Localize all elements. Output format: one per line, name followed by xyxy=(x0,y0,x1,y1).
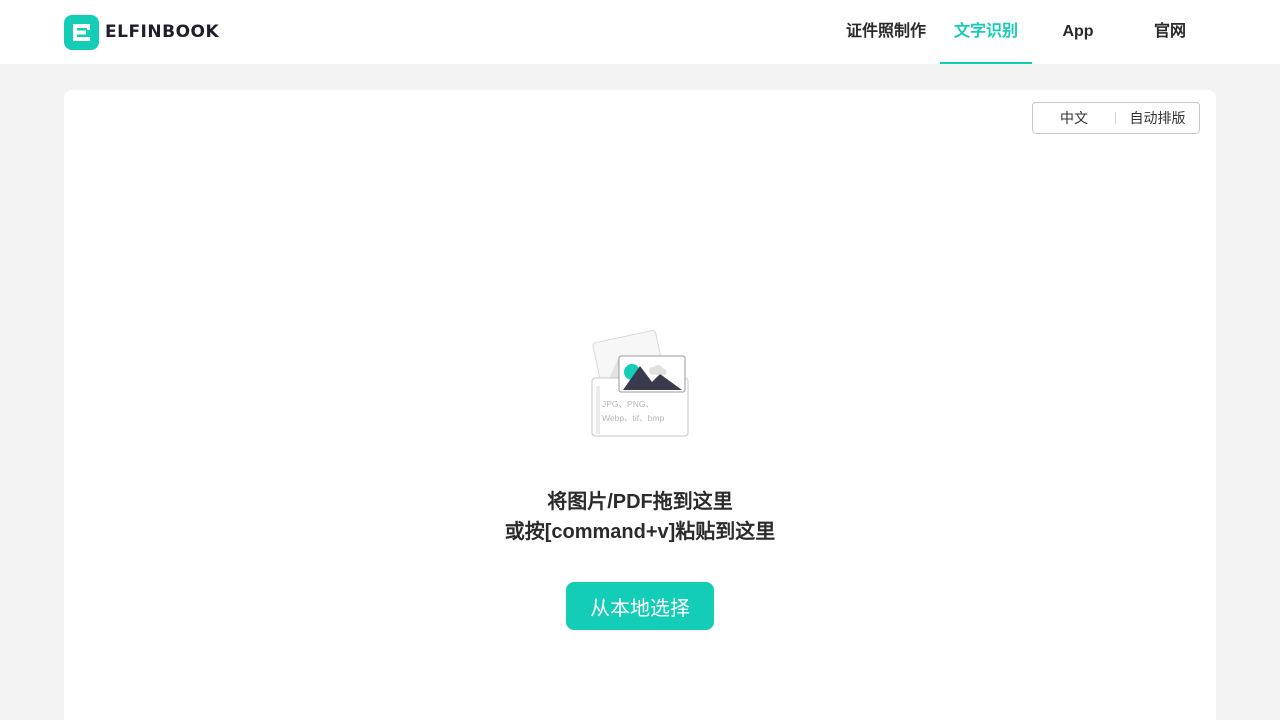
choose-local-file-button[interactable]: 从本地选择 xyxy=(566,582,714,630)
image-upload-illustration-icon: JPG、PNG、 Webp、tif、bmp xyxy=(591,330,689,437)
illustration-formats-line2: Webp、tif、bmp xyxy=(602,413,664,423)
layout-mode-select[interactable]: 自动排版 xyxy=(1116,103,1199,133)
nav-item-official-site[interactable]: 官网 xyxy=(1124,0,1216,64)
ocr-options: 中文 自动排版 xyxy=(1032,102,1200,134)
nav-item-app[interactable]: App xyxy=(1032,0,1124,64)
brand-logo[interactable]: ELFINBOOK xyxy=(64,14,219,50)
nav-item-text-recognition[interactable]: 文字识别 xyxy=(940,0,1032,64)
language-select[interactable]: 中文 xyxy=(1033,103,1115,133)
brand-name: ELFINBOOK xyxy=(105,22,220,42)
drop-hint-line2: 或按[command+v]粘贴到这里 xyxy=(504,521,776,543)
upload-card[interactable]: 中文 自动排版 JPG、PNG、 Webp、tif、bmp 将图片/PDF拖到这… xyxy=(64,90,1216,720)
drop-hint-line1: 将图片/PDF拖到这里 xyxy=(547,491,733,513)
illustration-formats-line1: JPG、PNG、 xyxy=(602,399,654,409)
top-header: ELFINBOOK 证件照制作 文字识别 App 官网 xyxy=(0,0,1280,64)
nav-item-id-photo[interactable]: 证件照制作 xyxy=(840,0,932,64)
logo-icon xyxy=(64,14,99,50)
